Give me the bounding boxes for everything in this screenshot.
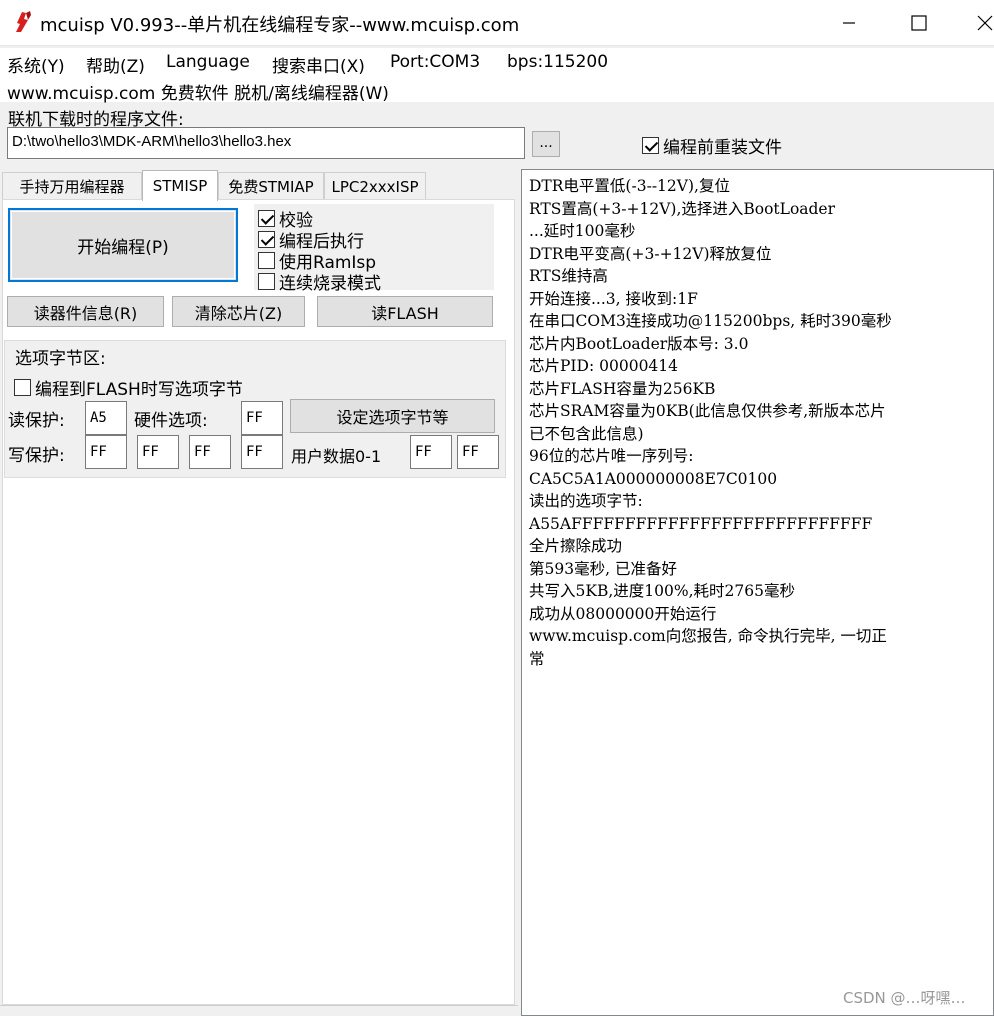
window-title: mcuisp V0.993--单片机在线编程专家--www.mcuisp.com bbox=[40, 15, 520, 36]
set-option-bytes-button[interactable]: 设定选项字节等 bbox=[290, 399, 495, 433]
log-line: www.mcuisp.com向您报告, 命令执行完毕, 一切正 bbox=[529, 627, 887, 645]
file-path-input[interactable]: D:\two\hello3\MDK-ARM\hello3\hello3.hex bbox=[7, 127, 525, 159]
reload-file-checkbox[interactable]: 编程前重装文件 bbox=[642, 133, 782, 158]
hardware-option-label: 硬件选项: bbox=[134, 411, 208, 431]
log-line: 在串口COM3连接成功@115200bps, 耗时390毫秒 bbox=[529, 312, 892, 330]
menu-website[interactable]: www.mcuisp.com 免费软件 脱机/离线编程器(W) bbox=[7, 79, 389, 104]
log-line: DTR电平置低(-3--12V),复位 bbox=[529, 177, 730, 195]
tab-free-stmiap[interactable]: 免费STMIAP bbox=[218, 172, 324, 200]
log-line: 开始连接...3, 接收到:1F bbox=[529, 289, 698, 308]
close-icon bbox=[977, 15, 993, 31]
start-programming-button[interactable]: 开始编程(P) bbox=[8, 208, 238, 282]
menu-help[interactable]: 帮助(Z) bbox=[86, 52, 145, 77]
write-protect-label: 写保护: bbox=[8, 446, 65, 466]
tab-lpc2xxxisp[interactable]: LPC2xxxISP bbox=[324, 172, 426, 200]
log-line: 成功从08000000开始运行 bbox=[529, 604, 717, 623]
checkbox-unchecked-icon bbox=[258, 273, 275, 290]
title-bar: mcuisp V0.993--单片机在线编程专家--www.mcuisp.com bbox=[0, 0, 994, 46]
log-line: 96位的芯片唯一序列号: bbox=[529, 447, 694, 465]
write-protect-field-3[interactable]: FF bbox=[241, 435, 283, 469]
maximize-icon bbox=[911, 15, 927, 31]
menu-bar: 系统(Y) 帮助(Z) Language 搜索串口(X) Port:COM3 b… bbox=[0, 48, 994, 77]
menu-bps[interactable]: bps:115200 bbox=[507, 52, 608, 72]
program-option-bytes-checkbox[interactable]: 编程到FLASH时写选项字节 bbox=[14, 375, 243, 400]
checkbox-checked-icon bbox=[258, 231, 275, 248]
read-protect-field[interactable]: A5 bbox=[85, 401, 127, 435]
write-protect-field-0[interactable]: FF bbox=[85, 435, 127, 469]
continuous-burn-label: 连续烧录模式 bbox=[279, 274, 381, 294]
menu-search-port[interactable]: 搜索串口(X) bbox=[272, 52, 365, 77]
menu-language[interactable]: Language bbox=[166, 52, 250, 72]
log-line: 芯片内BootLoader版本号: 3.0 bbox=[529, 334, 749, 353]
maximize-button[interactable] bbox=[896, 0, 942, 46]
program-option-bytes-label: 编程到FLASH时写选项字节 bbox=[35, 380, 243, 400]
read-protect-label: 读保护: bbox=[8, 411, 65, 431]
log-line: 共写入5KB,进度100%,耗时2765毫秒 bbox=[529, 582, 795, 600]
log-line: RTS置高(+3-+12V),选择进入BootLoader bbox=[529, 199, 836, 218]
read-device-info-button[interactable]: 读器件信息(R) bbox=[7, 296, 164, 327]
start-programming-label: 开始编程(P) bbox=[77, 237, 169, 258]
app-window: mcuisp V0.993--单片机在线编程专家--www.mcuisp.com… bbox=[0, 0, 994, 1016]
menu-port[interactable]: Port:COM3 bbox=[390, 52, 480, 72]
write-protect-field-2[interactable]: FF bbox=[189, 435, 231, 469]
erase-chip-button[interactable]: 清除芯片(Z) bbox=[172, 296, 305, 327]
log-line: 已不包含此信息) bbox=[529, 424, 644, 443]
user-data-label: 用户数据0-1 bbox=[291, 447, 382, 466]
reload-file-label: 编程前重装文件 bbox=[663, 138, 782, 158]
hardware-option-field[interactable]: FF bbox=[241, 401, 283, 435]
checkbox-unchecked-icon bbox=[14, 379, 31, 396]
tab-stmisp[interactable]: STMISP bbox=[142, 170, 218, 201]
minimize-icon bbox=[843, 22, 855, 24]
write-protect-field-1[interactable]: FF bbox=[137, 435, 179, 469]
log-line: 常 bbox=[529, 649, 545, 668]
menu-bar-2: www.mcuisp.com 免费软件 脱机/离线编程器(W) bbox=[0, 76, 994, 104]
log-line: CA5C5A1A000000008E7C0100 bbox=[529, 469, 778, 488]
option-bytes-title: 选项字节区: bbox=[15, 349, 106, 369]
log-line: ...延时100毫秒 bbox=[529, 222, 636, 240]
read-flash-button[interactable]: 读FLASH bbox=[317, 296, 493, 327]
log-line: A55AFFFFFFFFFFFFFFFFFFFFFFFFFFFF bbox=[529, 514, 873, 533]
csdn-watermark: CSDN @…呀嘿… bbox=[843, 989, 966, 1007]
minimize-button[interactable] bbox=[826, 0, 872, 46]
close-button[interactable] bbox=[962, 0, 994, 46]
checkbox-unchecked-icon bbox=[258, 252, 275, 269]
log-line: 读出的选项字节: bbox=[529, 492, 643, 510]
log-line: 第593毫秒, 已准备好 bbox=[529, 559, 677, 578]
continuous-burn-checkbox[interactable]: 连续烧录模式 bbox=[258, 269, 381, 294]
log-line: 全片擦除成功 bbox=[529, 537, 623, 555]
log-line: RTS维持高 bbox=[529, 267, 608, 285]
mcuisp-app-icon bbox=[12, 10, 34, 34]
menu-system[interactable]: 系统(Y) bbox=[7, 52, 65, 77]
log-line: 芯片FLASH容量为256KB bbox=[529, 379, 716, 398]
log-output[interactable]: DTR电平置低(-3--12V),复位 RTS置高(+3-+12V),选择进入B… bbox=[521, 169, 994, 1016]
log-line: 芯片SRAM容量为0KB(此信息仅供参考,新版本芯片 bbox=[529, 402, 886, 420]
log-line: 芯片PID: 00000414 bbox=[529, 357, 679, 375]
log-line: DTR电平变高(+3-+12V)释放复位 bbox=[529, 244, 772, 263]
user-data-field-0[interactable]: FF bbox=[410, 435, 452, 469]
checkbox-checked-icon bbox=[642, 137, 659, 154]
user-data-field-1[interactable]: FF bbox=[457, 435, 499, 469]
bottom-scroll-strip bbox=[0, 1005, 518, 1016]
checkbox-checked-icon bbox=[258, 210, 275, 227]
tab-handheld-programmer[interactable]: 手持万用编程器 bbox=[2, 172, 142, 200]
browse-button[interactable]: ... bbox=[532, 131, 560, 157]
